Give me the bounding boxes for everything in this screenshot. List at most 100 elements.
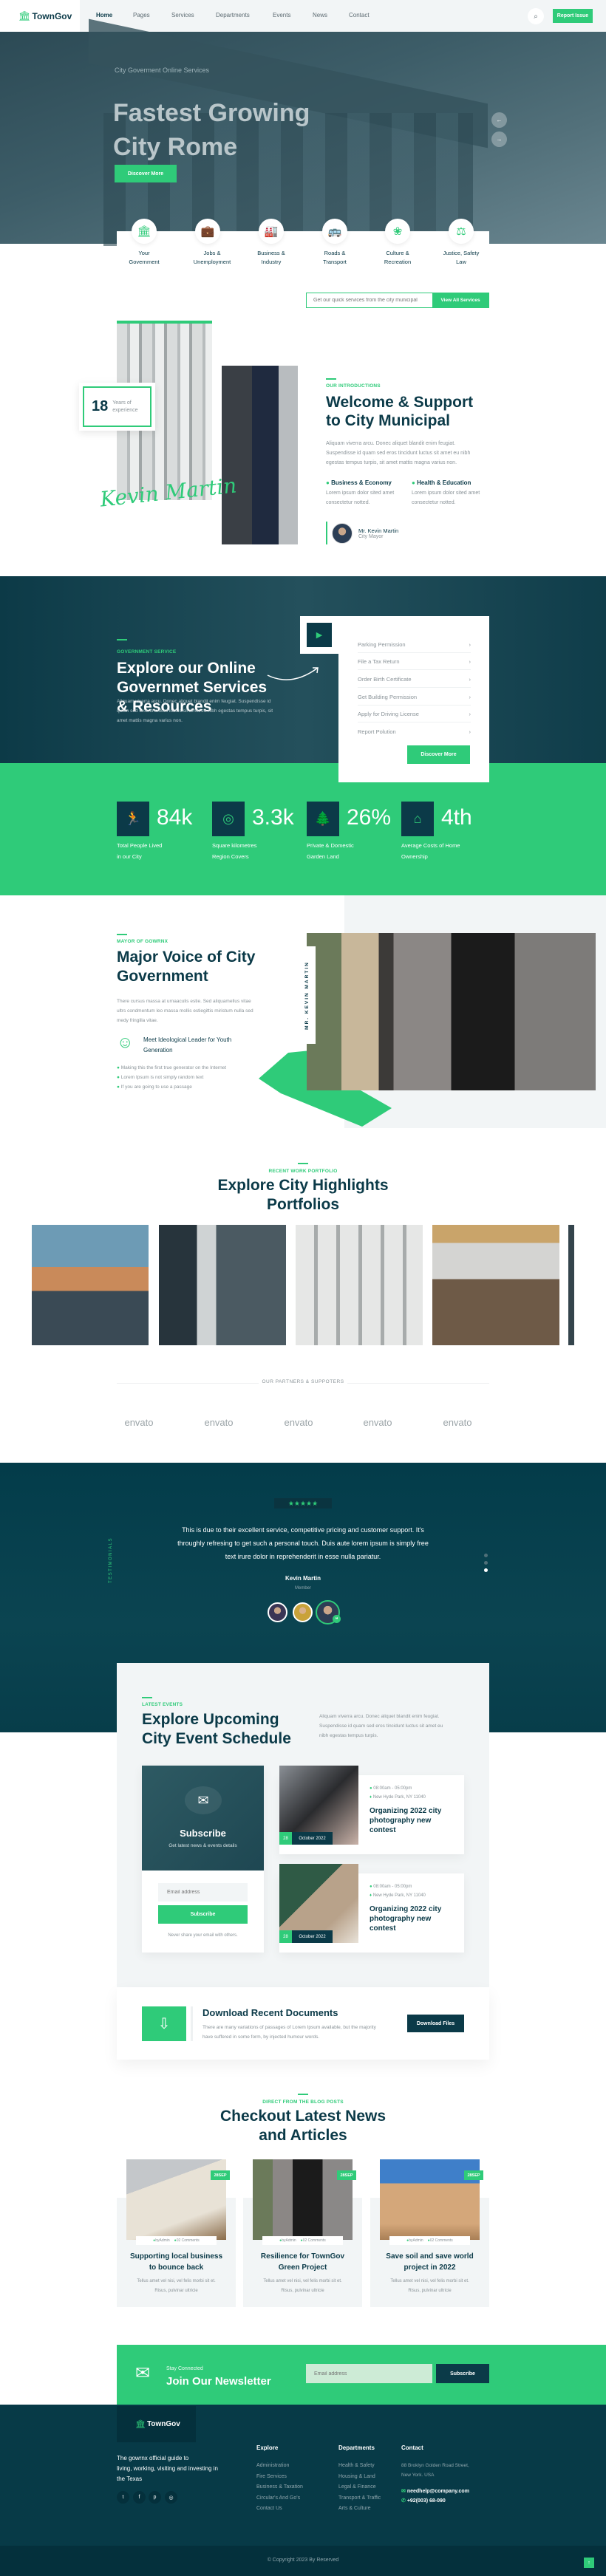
service-justice[interactable]: Justice, Safety Law xyxy=(432,249,491,267)
avatar[interactable] xyxy=(268,1602,287,1622)
service-link[interactable]: Report Polution › xyxy=(358,723,471,740)
government-building-icon[interactable]: 🏛 xyxy=(132,219,157,244)
blog-title: Checkout Latest News and Articles xyxy=(219,2108,387,2144)
portfolio-item-old-town[interactable] xyxy=(432,1225,559,1345)
nav-contact[interactable]: Contact xyxy=(349,12,370,18)
footer-link[interactable]: Fire Services xyxy=(256,2472,303,2483)
factory-icon[interactable]: 🏭 xyxy=(259,219,284,244)
partner-logo[interactable]: envato xyxy=(189,1417,248,1428)
search-button[interactable]: ⌕ xyxy=(528,8,544,24)
slider-dot-active[interactable] xyxy=(484,1568,488,1572)
bus-icon[interactable]: 🚌 xyxy=(322,219,347,244)
portfolio-item-columns[interactable] xyxy=(296,1225,423,1345)
event-month: October 2022 xyxy=(292,1832,333,1845)
service-roads[interactable]: Roads & Transport xyxy=(305,249,364,267)
download-files-button[interactable]: Download Files xyxy=(407,2015,464,2032)
arrow-left-icon: ← xyxy=(496,117,503,123)
subscribe-button[interactable]: Subscribe xyxy=(158,1905,248,1924)
logo[interactable]: 🏛 TownGov xyxy=(0,0,80,32)
service-link[interactable]: Apply for Driving License › xyxy=(358,706,471,722)
check-circle-icon: ● xyxy=(117,1084,120,1090)
prev-slide-button[interactable]: ← xyxy=(491,112,507,128)
section-label: GOVERNMENT SERVICE xyxy=(117,649,177,655)
nav-services[interactable]: Services xyxy=(171,12,194,18)
testimonial-name: Kevin Martin xyxy=(285,1575,321,1582)
blog-post-title[interactable]: Supporting local business to bounce back xyxy=(117,2251,236,2273)
scroll-to-top-button[interactable]: ↑ xyxy=(584,2558,594,2568)
footer-link[interactable]: Circular's And Go's xyxy=(256,2493,303,2504)
service-your-government[interactable]: Your Government xyxy=(115,249,174,267)
footer-link[interactable]: Housing & Land xyxy=(338,2472,381,2483)
pinterest-icon[interactable]: p xyxy=(149,2491,161,2504)
blog-post-title[interactable]: Resilience for TownGov Green Project xyxy=(243,2251,362,2273)
partner-logo[interactable]: envato xyxy=(109,1417,168,1428)
footer-link[interactable]: Administration xyxy=(256,2461,303,2472)
service-link[interactable]: Order Birth Certificate › xyxy=(358,671,471,688)
blog-post-title[interactable]: Save soil and save world project in 2022 xyxy=(370,2251,489,2273)
tree-icon: 🌲 xyxy=(307,802,339,836)
portfolio-item-subway[interactable] xyxy=(32,1225,149,1345)
portfolio-item-partial[interactable] xyxy=(568,1225,574,1345)
service-culture[interactable]: Culture & Recreation xyxy=(368,249,427,267)
townhall-icon: 🏛 xyxy=(18,10,31,21)
partner-logo[interactable]: envato xyxy=(348,1417,407,1428)
section-label: MAYOR OF GOWRNX xyxy=(117,939,168,944)
footer-link[interactable]: Contact Us xyxy=(256,2504,303,2515)
check-circle-icon: ● xyxy=(326,479,330,486)
scales-icon[interactable]: ⚖ xyxy=(449,219,474,244)
newsletter-title: Join Our Newsletter xyxy=(166,2375,271,2388)
lotus-icon[interactable]: ❀ xyxy=(385,219,410,244)
service-link[interactable]: Parking Permission › xyxy=(358,636,471,653)
briefcase-icon[interactable]: 💼 xyxy=(195,219,220,244)
nav-events[interactable]: Events xyxy=(273,12,290,18)
stat-label: Total People Lived in our City xyxy=(117,842,163,860)
footer-logo[interactable]: 🏛 TownGov xyxy=(117,2406,196,2442)
portfolio-item-street[interactable] xyxy=(159,1225,286,1345)
event-title[interactable]: Organizing 2022 city photography new conte… xyxy=(370,1806,441,1835)
nav-news[interactable]: News xyxy=(313,12,327,18)
hero-title: Fastest Growing City Rome xyxy=(113,96,310,164)
service-jobs[interactable]: Jobs & Unemployment xyxy=(183,249,242,267)
slider-dot[interactable] xyxy=(484,1554,488,1557)
nav-home[interactable]: Home xyxy=(96,12,112,18)
instagram-icon[interactable]: ◎ xyxy=(165,2491,177,2504)
newsletter-email-input[interactable] xyxy=(306,2364,432,2383)
service-link[interactable]: File a Tax Return › xyxy=(358,653,471,670)
nav-departments[interactable]: Departments xyxy=(216,12,250,18)
slider-dot[interactable] xyxy=(484,1561,488,1565)
chevron-right-icon: › xyxy=(469,640,471,648)
footer xyxy=(0,2405,606,2546)
service-business[interactable]: Business & Industry xyxy=(242,249,301,267)
report-issue-button[interactable]: Report Issue xyxy=(553,9,593,23)
check-circle-icon: ● xyxy=(412,479,415,486)
view-all-services-button[interactable]: View All Services xyxy=(432,293,488,307)
play-video-button[interactable]: ▶ xyxy=(307,623,332,647)
portfolio-title: Explore City Highlights Portfolios xyxy=(217,1177,389,1213)
stat-label: Square kilometres Region Covers xyxy=(212,842,257,860)
footer-link[interactable]: Health & Safety xyxy=(338,2461,381,2472)
partner-logo[interactable]: envato xyxy=(269,1417,328,1428)
footer-link[interactable]: Business & Taxation xyxy=(256,2482,303,2493)
avatar[interactable] xyxy=(293,1602,313,1622)
facebook-icon[interactable]: f xyxy=(133,2491,146,2504)
twitter-icon[interactable]: t xyxy=(117,2491,129,2504)
footer-phone[interactable]: ✆ +92(003) 68-090 xyxy=(401,2498,446,2504)
footer-email[interactable]: ✉ needhelp@company.com xyxy=(401,2488,469,2494)
next-slide-button[interactable]: → xyxy=(491,131,507,147)
event-title[interactable]: Organizing 2022 city photography new conte… xyxy=(370,1904,441,1933)
email-input[interactable] xyxy=(158,1883,248,1902)
footer-link[interactable]: Legal & Finance xyxy=(338,2482,381,2493)
nav-pages[interactable]: Pages xyxy=(133,12,150,18)
footer-link[interactable]: Transport & Traffic xyxy=(338,2493,381,2504)
footer-link[interactable]: Arts & Culture xyxy=(338,2504,381,2515)
partners-label: OUR PARTNERS & SUPPOTERS xyxy=(259,1379,347,1384)
arrow-up-icon: ↑ xyxy=(588,2560,590,2566)
service-link[interactable]: Get Building Permission › xyxy=(358,689,471,706)
newsletter-subscribe-button[interactable]: Subscribe xyxy=(436,2364,489,2383)
stat-label: Private & Domestic Garden Land xyxy=(307,842,354,860)
quick-services-input[interactable] xyxy=(307,293,432,307)
discover-more-button[interactable]: Discover More xyxy=(407,745,470,764)
chevron-right-icon: › xyxy=(469,657,471,665)
discover-more-button[interactable]: Discover More xyxy=(115,165,177,182)
partner-logo[interactable]: envato xyxy=(428,1417,487,1428)
